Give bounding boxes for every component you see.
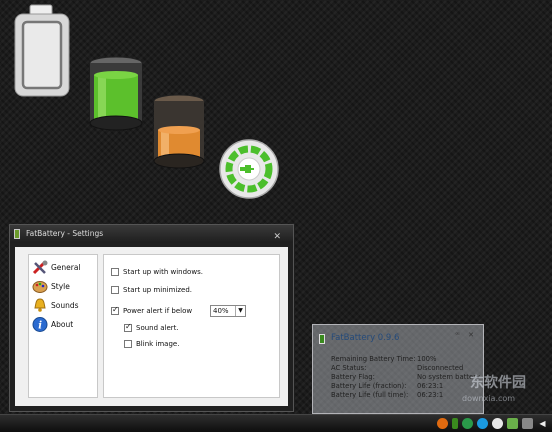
watermark-text: 东软件园 — [470, 375, 526, 391]
info-row: Battery Life (fraction): 06:23:1 — [331, 382, 444, 390]
battery-app-icon — [14, 229, 20, 239]
nav-item-about[interactable]: i About — [29, 315, 97, 334]
green-battery-icon[interactable] — [86, 53, 146, 133]
app-icon[interactable] — [462, 418, 473, 429]
nav-item-style[interactable]: Style — [29, 277, 97, 296]
panel-controls[interactable]: ꟹ ✕ — [455, 331, 477, 339]
watermark-url: downxia.com — [462, 394, 516, 403]
battery-icon[interactable] — [452, 418, 458, 429]
window-body: General Style Sounds i About Start up wi… — [15, 247, 288, 406]
svg-text:i: i — [38, 321, 42, 332]
info-row: Battery Flag: No system battery — [331, 373, 480, 381]
power-alert-checkbox[interactable] — [111, 305, 119, 315]
bell-icon — [32, 298, 48, 313]
window-titlebar[interactable]: FatBattery - Settings ✕ — [10, 225, 293, 243]
nav-label: Style — [51, 282, 70, 291]
settings-window: FatBattery - Settings ✕ General Style So… — [9, 224, 294, 412]
power-plug-icon[interactable] — [218, 138, 280, 200]
info-row: AC Status: Disconnected — [331, 364, 464, 372]
battery-info-panel: FatBattery 0.9.6 ꟹ ✕ Remaining Battery T… — [312, 324, 484, 414]
clock-icon[interactable] — [507, 418, 518, 429]
general-settings-panel: Start up with windows. Start up minimize… — [103, 254, 280, 398]
nav-label: About — [51, 320, 74, 329]
info-row: Battery Life (full time): 06:23:1 — [331, 391, 444, 399]
power-alert-threshold-select[interactable]: 40% ▼ — [210, 305, 246, 317]
battery-app-icon — [319, 334, 325, 344]
info-panel-title: FatBattery 0.9.6 — [331, 333, 400, 343]
startup-minimized-checkbox[interactable] — [111, 286, 119, 294]
tools-icon — [32, 260, 48, 275]
chevron-down-icon: ▼ — [235, 306, 245, 316]
startup-windows-checkbox[interactable] — [111, 268, 119, 276]
display-icon[interactable] — [522, 418, 533, 429]
nav-label: Sounds — [51, 301, 79, 310]
taskbar: ◀ — [0, 414, 552, 432]
shield-icon[interactable] — [492, 418, 503, 429]
close-button[interactable]: ✕ — [273, 228, 281, 246]
system-tray: ◀ — [437, 418, 548, 429]
volume-icon[interactable]: ◀ — [537, 418, 548, 429]
nav-item-general[interactable]: General — [29, 258, 97, 277]
nav-label: General — [51, 263, 81, 272]
info-row: Remaining Battery Time: 100% — [331, 355, 437, 363]
firefox-icon[interactable] — [437, 418, 448, 429]
orange-battery-icon[interactable] — [150, 92, 208, 170]
window-title: FatBattery - Settings — [26, 229, 104, 238]
network-icon[interactable] — [477, 418, 488, 429]
blink-image-checkbox[interactable] — [124, 340, 132, 348]
info-icon: i — [32, 317, 48, 332]
empty-battery-icon[interactable] — [12, 3, 72, 99]
settings-nav: General Style Sounds i About — [28, 254, 98, 398]
palette-icon — [32, 279, 48, 294]
nav-item-sounds[interactable]: Sounds — [29, 296, 97, 315]
sound-alert-checkbox[interactable] — [124, 322, 132, 332]
